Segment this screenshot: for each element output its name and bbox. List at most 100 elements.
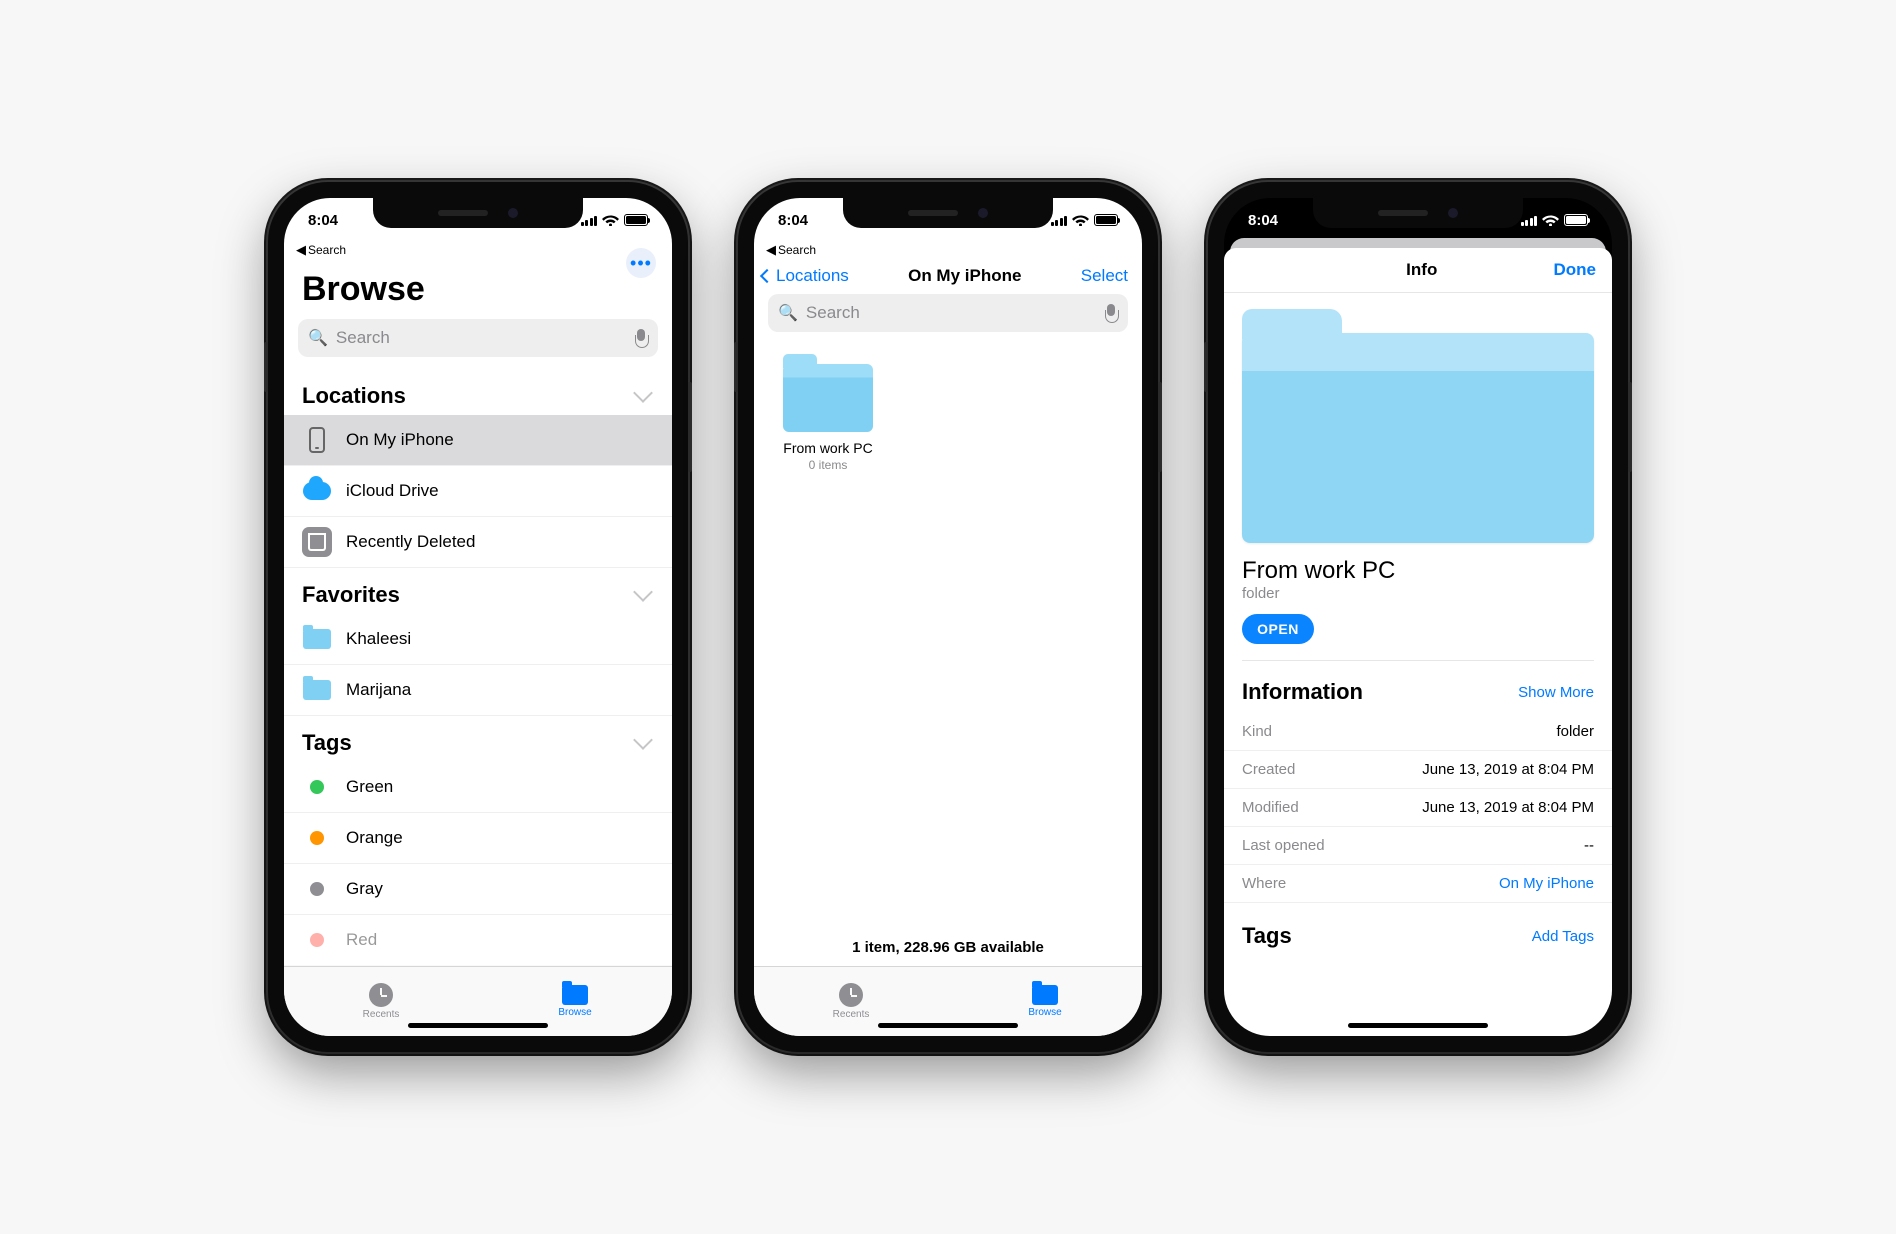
info-value: June 13, 2019 at 8:04 PM [1422,761,1594,778]
tags-header: Tags Add Tags [1224,903,1612,949]
sheet-title: Info [1290,260,1554,280]
info-row-last-opened: Last opened -- [1224,827,1612,865]
cloud-icon [302,476,332,506]
select-button[interactable]: Select [1081,266,1128,286]
screen-info-sheet: 8:04 Info Done From work PC folder OPEN [1224,198,1612,1036]
folder-from-work-pc[interactable]: From work PC 0 items [768,364,888,472]
search-field[interactable]: 🔍 [768,294,1128,332]
status-back-link[interactable]: ◀ Search [754,242,1142,262]
chevron-left-icon: ◀ [296,242,306,258]
chevron-down-icon [633,383,653,403]
info-value: June 13, 2019 at 8:04 PM [1422,799,1594,816]
tag-gray[interactable]: Gray [284,864,672,915]
row-label: Red [346,930,377,950]
status-back-link[interactable]: ◀ Search [284,242,672,262]
battery-icon [624,214,648,226]
microphone-icon[interactable] [1104,304,1118,322]
chevron-left-icon [760,269,774,283]
cellular-icon [1521,215,1538,226]
section-header-locations[interactable]: Locations [284,369,672,415]
add-tags-button[interactable]: Add Tags [1532,928,1594,945]
tag-red[interactable]: Red [284,915,672,966]
location-recently-deleted[interactable]: Recently Deleted [284,517,672,568]
favorite-khaleesi[interactable]: Khaleesi [284,614,672,665]
item-name: From work PC [1224,553,1612,585]
row-label: Recently Deleted [346,532,475,552]
tag-dot-icon [302,772,332,802]
home-indicator[interactable] [408,1023,548,1028]
phone-frame-1: 8:04 ◀ Search ••• Browse 🔍 Locations [268,182,688,1052]
screen-browse: 8:04 ◀ Search ••• Browse 🔍 Locations [284,198,672,1036]
info-value: -- [1584,837,1594,854]
tab-label: Browse [558,1007,591,1018]
storage-footer: 1 item, 228.96 GB available [754,929,1142,966]
row-label: iCloud Drive [346,481,439,501]
info-row-created: Created June 13, 2019 at 8:04 PM [1224,751,1612,789]
row-label: Green [346,777,393,797]
info-value[interactable]: On My iPhone [1499,875,1594,892]
home-indicator[interactable] [1348,1023,1488,1028]
home-indicator[interactable] [878,1023,1018,1028]
section-header-favorites[interactable]: Favorites [284,568,672,614]
search-field[interactable]: 🔍 [298,319,658,357]
search-input[interactable] [806,303,1096,323]
tag-dot-icon [302,925,332,955]
tab-bar: Recents Browse [754,966,1142,1036]
tag-green[interactable]: Green [284,762,672,813]
information-header: Information Show More [1224,661,1612,713]
folder-icon [783,364,873,432]
notch [373,198,583,228]
phone-device-icon [302,425,332,455]
search-icon: 🔍 [778,303,798,323]
search-input[interactable] [336,328,626,348]
section-title: Favorites [302,582,400,608]
microphone-icon[interactable] [634,329,648,347]
section-title: Tags [302,730,352,756]
more-button[interactable]: ••• [626,248,656,278]
row-label: Orange [346,828,403,848]
open-button[interactable]: OPEN [1242,614,1314,644]
row-label: Gray [346,879,383,899]
folder-preview-icon [1242,333,1594,543]
info-key: Kind [1242,723,1272,740]
notch [843,198,1053,228]
show-more-button[interactable]: Show More [1518,684,1594,701]
info-row-where[interactable]: Where On My iPhone [1224,865,1612,903]
location-on-my-iphone[interactable]: On My iPhone [284,415,672,466]
status-back-label: Search [308,243,346,257]
tab-bar: Recents Browse [284,966,672,1036]
chevron-down-icon [633,582,653,602]
tab-label: Recents [363,1009,400,1020]
row-label: Marijana [346,680,411,700]
status-back-label: Search [778,243,816,257]
file-grid: From work PC 0 items [754,344,1142,929]
info-key: Created [1242,761,1295,778]
info-key: Modified [1242,799,1299,816]
info-sheet: Info Done From work PC folder OPEN Infor… [1224,248,1612,1036]
back-button[interactable]: Locations [762,266,849,286]
wifi-icon [1072,214,1089,226]
notch [1313,198,1523,228]
location-icloud-drive[interactable]: iCloud Drive [284,466,672,517]
chevron-down-icon [633,730,653,750]
row-label: Khaleesi [346,629,411,649]
folder-name: From work PC [768,440,888,456]
page-title: Browse [284,262,672,319]
wifi-icon [1542,214,1559,226]
done-button[interactable]: Done [1554,260,1597,280]
section-header-tags[interactable]: Tags [284,716,672,762]
folder-icon [302,624,332,654]
folder-subtitle: 0 items [768,458,888,472]
folder-icon [562,985,588,1005]
info-row-modified: Modified June 13, 2019 at 8:04 PM [1224,789,1612,827]
nav-bar: Locations On My iPhone Select [754,262,1142,294]
ellipsis-icon: ••• [630,253,652,274]
cellular-icon [581,215,598,226]
battery-icon [1094,214,1118,226]
back-label: Locations [776,266,849,286]
tag-orange[interactable]: Orange [284,813,672,864]
info-value: folder [1556,723,1594,740]
nav-title: On My iPhone [908,266,1021,286]
favorite-marijana[interactable]: Marijana [284,665,672,716]
folder-icon [302,675,332,705]
